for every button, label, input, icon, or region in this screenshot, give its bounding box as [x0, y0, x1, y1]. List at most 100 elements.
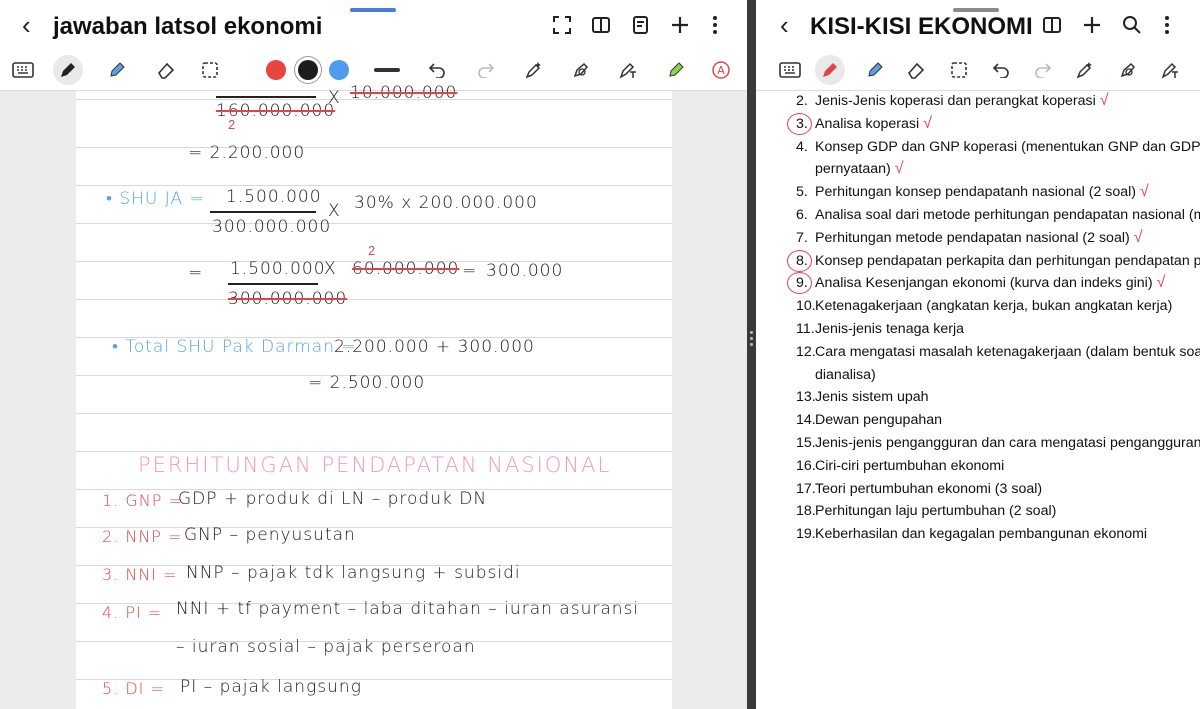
- total-shu-expression: 2.200.000 + 300.000: [334, 337, 535, 357]
- formula-2-label: 2. NNP =: [102, 527, 183, 546]
- eq2-result-equals: =: [462, 261, 478, 281]
- list-item: 18. Perhitungan laju pertumbuhan (2 soal): [796, 503, 1057, 520]
- formula-4-label: 4. PI =: [102, 603, 163, 622]
- add-icon[interactable]: [667, 12, 693, 38]
- back-icon[interactable]: ‹: [22, 12, 31, 38]
- stroke-width-icon[interactable]: [374, 57, 400, 83]
- eq2-multiply: X: [324, 259, 337, 279]
- list-item: 16. Ciri-ciri pertumbuhan ekonomi: [796, 457, 1005, 474]
- list-item: 2. Jenis-Jenis koperasi dan perangkat kop…: [796, 92, 1109, 109]
- lasso-select-icon[interactable]: [197, 57, 223, 83]
- eraser-tool-icon[interactable]: [153, 57, 179, 83]
- eraser-tool-icon-right[interactable]: [903, 57, 929, 83]
- keyboard-icon-right[interactable]: [777, 57, 803, 83]
- eq2-result: 300.000: [486, 261, 564, 281]
- pen-tool-icon[interactable]: [53, 55, 83, 85]
- left-note-pane: ‹ jawaban latsol ekonomi A 160.000.000 2…: [0, 0, 747, 709]
- highlighter-tool-icon[interactable]: [104, 57, 130, 83]
- handwriting-icon[interactable]: A: [708, 57, 734, 83]
- ai-pen-icon[interactable]: [521, 57, 547, 83]
- list-item: 4. Konsep GDP dan GNP koperasi (menentuka…: [796, 138, 1200, 178]
- handwriting-canvas[interactable]: 160.000.000 2 X 10.000.000 = 2.200.000 •…: [76, 83, 672, 709]
- color-black-swatch[interactable]: [298, 60, 318, 80]
- redo-icon[interactable]: [473, 57, 499, 83]
- undo-icon-right[interactable]: [988, 57, 1014, 83]
- right-pen-toolbar: [756, 50, 1200, 91]
- text-pen-icon[interactable]: [615, 57, 641, 83]
- color-red-swatch[interactable]: [266, 60, 286, 80]
- eq2-correction: 2: [368, 243, 376, 258]
- highlighter-green-icon[interactable]: [663, 57, 689, 83]
- text-pen-icon-right[interactable]: [1157, 57, 1183, 83]
- total-shu-label: • Total SHU Pak Darman =: [112, 337, 357, 357]
- kisi-kisi-list: 2. Jenis-Jenis koperasi dan perangkat kop…: [756, 90, 1200, 546]
- shu-multiply: X: [328, 201, 341, 221]
- shu-label: • SHU JA =: [106, 189, 205, 209]
- keyboard-icon[interactable]: [10, 57, 36, 83]
- formula-1-label: 1. GNP =: [102, 491, 183, 510]
- add-icon-right[interactable]: [1079, 12, 1105, 38]
- formula-1-text: GDP + produk di LN – produk DN: [178, 489, 488, 509]
- canvas-margin-left: [0, 91, 76, 709]
- note-title-right: KISI-KISI EKONOMI: [810, 13, 1033, 40]
- eq2-equals: =: [188, 263, 204, 283]
- note-settings-icon[interactable]: [628, 12, 654, 38]
- lasso-select-icon-right[interactable]: [946, 57, 972, 83]
- ai-pen-icon-right[interactable]: [1072, 57, 1098, 83]
- shu-expression: 30% x 200.000.000: [354, 193, 538, 213]
- formula-4-continued: – iuran sosial – pajak perseroan: [176, 637, 476, 657]
- right-titlebar: ‹ KISI-KISI EKONOMI: [756, 0, 1200, 50]
- shape-pen-icon[interactable]: [568, 57, 594, 83]
- note-title: jawaban latsol ekonomi: [53, 13, 323, 40]
- shu-numerator: 1.500.000: [226, 187, 322, 207]
- shape-pen-icon-right[interactable]: [1115, 57, 1141, 83]
- list-item: 8. Konsep pendapatan perkapita dan perhit…: [756, 249, 1200, 273]
- back-icon-right[interactable]: ‹: [780, 12, 789, 38]
- fraction-rest: 10.000.000: [350, 83, 458, 103]
- list-item: 9. Analisa Kesenjangan ekonomi (kurva dan…: [756, 272, 1200, 295]
- formula-5-label: 5. DI =: [102, 679, 165, 698]
- redo-icon-right[interactable]: [1030, 57, 1056, 83]
- list-item: 17. Teori pertumbuhan ekonomi (3 soal): [796, 480, 1043, 497]
- formula-3-text: NNP – pajak tdk langsung + subsidi: [186, 563, 521, 583]
- more-menu-icon-right[interactable]: [1154, 12, 1180, 38]
- list-item: 12. Cara mengatasi masalah ketenagakerjaa…: [796, 343, 1200, 383]
- list-item: 10. Ketenagakerjaan (angkatan kerja, buka…: [796, 298, 1173, 315]
- result-line-1: = 2.200.000: [188, 143, 306, 163]
- right-note-pane: ‹ KISI-KISI EKONOMI 2. Jenis-Jenis koper…: [756, 0, 1200, 709]
- list-item: 13. Jenis sistem upah: [796, 389, 929, 406]
- color-blue-swatch[interactable]: [329, 60, 349, 80]
- multiply-sign: X: [328, 88, 341, 108]
- formula-4-text: NNI + tf payment – laba ditahan – iuran …: [176, 599, 640, 619]
- book-view-icon-right[interactable]: [1039, 12, 1065, 38]
- formula-2-text: GNP – penyusutan: [184, 525, 356, 545]
- total-shu-result: = 2.500.000: [308, 373, 426, 393]
- section-heading: PERHITUNGAN PENDAPATAN NASIONAL: [138, 453, 612, 477]
- formula-5-text: PI – pajak langsung: [180, 677, 362, 697]
- list-item: 5. Perhitungan konsep pendapatanh nasiona…: [796, 183, 1149, 201]
- list-item: 15. Jenis-jenis pengangguran dan cara men…: [796, 434, 1200, 451]
- list-item: 3. Analisa koperasi √: [756, 112, 1200, 136]
- list-item: 6. Analisa soal dari metode perhitungan p…: [796, 206, 1200, 223]
- canvas-margin-right: [672, 91, 747, 709]
- eq2-denominator: 300.000.000: [228, 289, 348, 309]
- formula-3-label: 3. NNI =: [102, 565, 178, 584]
- pen-tool-icon-right[interactable]: [815, 55, 845, 85]
- list-item: 19. Keberhasilan dan kegagalan pembanguna…: [796, 526, 1148, 543]
- highlighter-tool-icon-right[interactable]: [862, 57, 888, 83]
- eq2-struck-value: 60.000.000: [352, 259, 460, 279]
- svg-text:A: A: [717, 64, 725, 77]
- eq2-numerator: 1.500.000: [230, 259, 326, 279]
- list-item: 11. Jenis-jenis tenaga kerja: [796, 320, 965, 337]
- list-item: 7. Perhitungan metode pendapatan nasional…: [796, 228, 1143, 246]
- left-titlebar: ‹ jawaban latsol ekonomi: [0, 0, 747, 50]
- undo-icon[interactable]: [424, 57, 450, 83]
- shu-denominator: 300.000.000: [212, 217, 332, 237]
- fullscreen-icon[interactable]: [549, 12, 575, 38]
- denominator-correction: 2: [228, 117, 236, 132]
- list-item: 14. Dewan pengupahan: [796, 412, 943, 429]
- search-icon[interactable]: [1119, 12, 1145, 38]
- more-menu-icon[interactable]: [702, 12, 728, 38]
- book-view-icon[interactable]: [588, 12, 614, 38]
- split-view-divider[interactable]: [747, 0, 756, 709]
